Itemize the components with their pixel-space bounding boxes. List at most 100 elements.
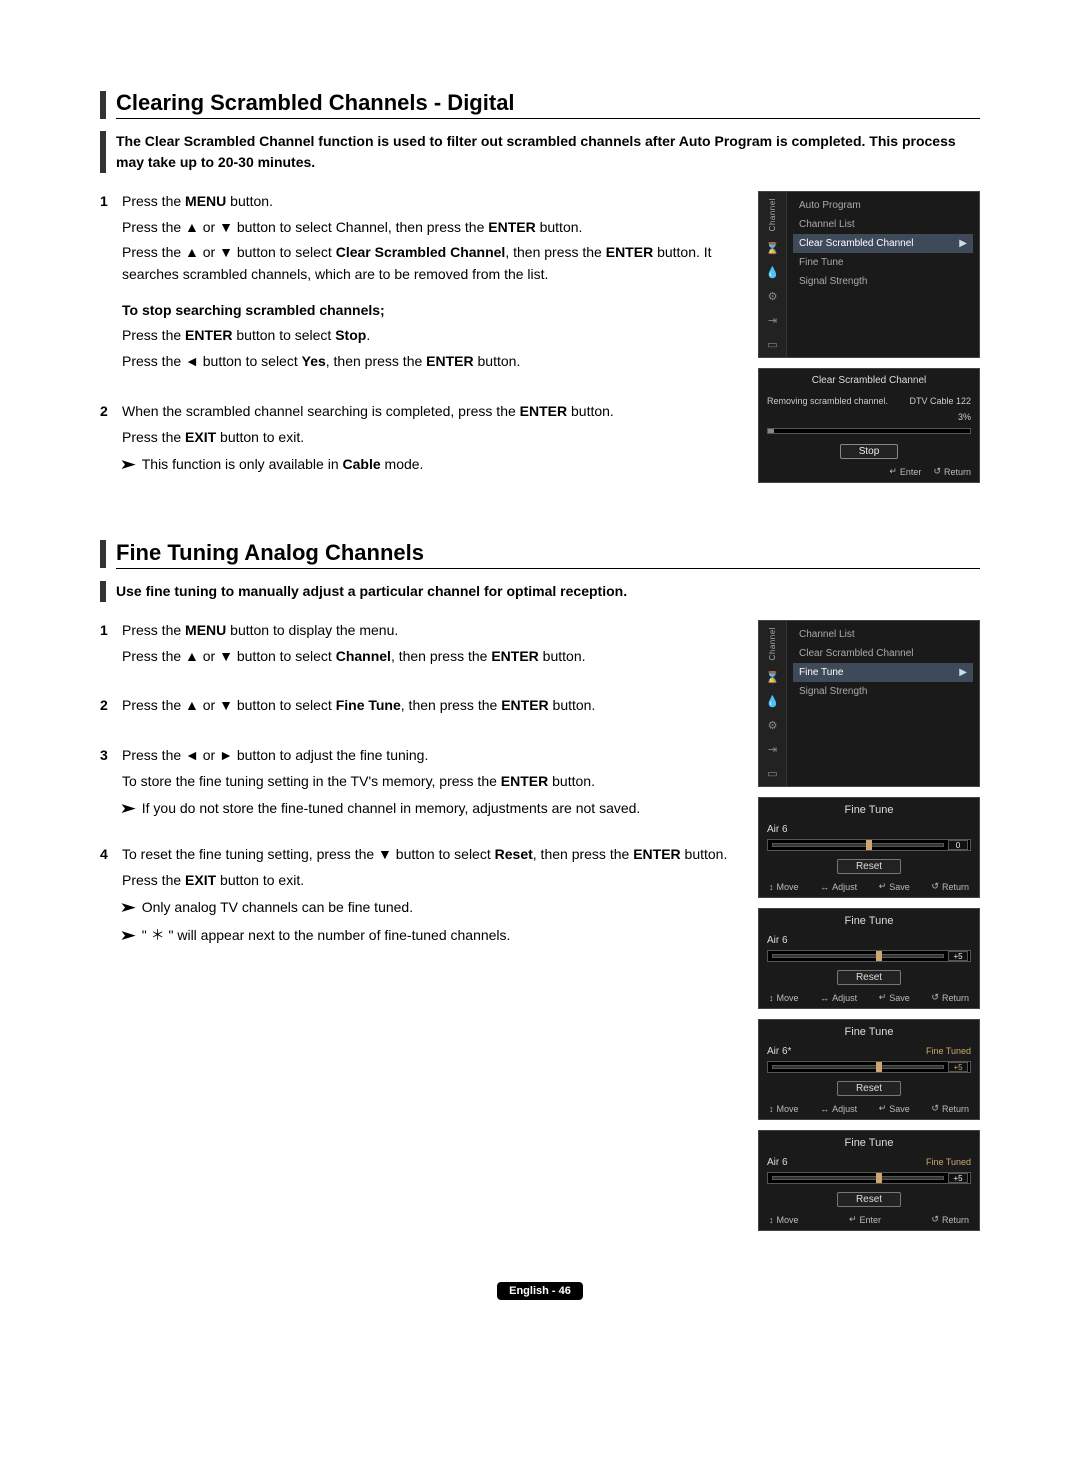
osd-menu-item[interactable]: Channel List <box>793 215 973 234</box>
stop-button[interactable]: Stop <box>840 444 899 459</box>
osd-sidebar: Channel ⌛ 💧 ⚙ ⇥ ▭ <box>759 192 787 357</box>
osd-footer: ↕Move↔Adjust↵Save↺Return <box>759 878 979 897</box>
osd-menu-item-label: Channel List <box>799 219 855 230</box>
step-body: To reset the fine tuning setting, press … <box>122 844 738 947</box>
tune-status: Fine Tuned <box>926 1046 971 1057</box>
reset-button[interactable]: Reset <box>837 859 901 874</box>
input-icon: ⇥ <box>765 742 781 756</box>
foot-item: ↔Adjust <box>820 1103 857 1114</box>
fine-tune-slider[interactable]: +5 <box>767 1061 971 1073</box>
input-icon: ⇥ <box>765 313 781 327</box>
reset-button[interactable]: Reset <box>837 970 901 985</box>
osd-title: Fine Tune <box>759 1020 979 1044</box>
gear-icon: ⚙ <box>765 718 781 732</box>
step-note: ➤This function is only available in Cabl… <box>122 454 738 476</box>
channel-label-row: Air 6 <box>759 933 979 948</box>
foot-icon: ↔ <box>820 1104 829 1114</box>
osd-sidebar: Channel ⌛ 💧 ⚙ ⇥ ▭ <box>759 621 787 786</box>
osd-fine-tune-panel: Fine Tune Air 6* Fine Tuned +5 Reset ↕Move ↔Ad… <box>758 1019 980 1120</box>
channel-label-row: Air 6 <box>759 822 979 837</box>
intro-accent-bar <box>100 131 106 173</box>
enter-icon: ↵ <box>889 466 897 477</box>
foot-item: ↺Return <box>931 1103 969 1114</box>
step-line: Press the ▲ or ▼ button to select Channe… <box>122 646 738 668</box>
osd-fine-tune-panel: Fine TuneAir 6+5Reset↕Move↔Adjust↵Save↺R… <box>758 908 980 1009</box>
step-line: Press the MENU button. <box>122 191 738 213</box>
section-intro: The Clear Scrambled Channel function is … <box>116 131 980 173</box>
hourglass-icon: ⌛ <box>765 241 781 255</box>
fine-tune-slider[interactable]: +5 <box>767 1172 971 1184</box>
step-line: When the scrambled channel searching is … <box>122 401 738 423</box>
osd-menu-item[interactable]: Fine Tune <box>793 253 973 272</box>
foot-label: Move <box>777 1104 799 1114</box>
step: 1Press the MENU button to display the me… <box>100 620 738 671</box>
step: 2When the scrambled channel searching is… <box>100 401 738 476</box>
foot-icon: ↵ <box>879 1103 887 1114</box>
foot-label: Move <box>777 993 799 1003</box>
note-text: This function is only available in Cable… <box>142 454 424 476</box>
osd-menu-item[interactable]: Fine Tune▶ <box>793 663 973 682</box>
foot-item: ↵Enter <box>849 1214 881 1225</box>
foot-label: Adjust <box>832 882 857 892</box>
slider-knob[interactable] <box>876 1062 882 1072</box>
osd-progress-percent: 3% <box>958 412 971 422</box>
reset-button[interactable]: Reset <box>837 1081 901 1096</box>
steps-column: 1Press the MENU button.Press the ▲ or ▼ … <box>100 191 738 500</box>
channel-name: Air 6* <box>767 1046 791 1057</box>
osd-menu-item[interactable]: Channel List <box>793 625 973 644</box>
note-arrow-icon: ➤ <box>119 798 137 820</box>
foot-icon: ↕ <box>769 1215 774 1225</box>
foot-item: ↕Move <box>769 881 799 892</box>
foot-label: Return <box>942 993 969 1003</box>
reset-button[interactable]: Reset <box>837 1192 901 1207</box>
section-title: Clearing Scrambled Channels - Digital <box>116 90 980 116</box>
step: 1Press the MENU button.Press the ▲ or ▼ … <box>100 191 738 377</box>
step-line: Press the ▲ or ▼ button to select Channe… <box>122 217 738 239</box>
fine-tune-slider[interactable]: +5 <box>767 950 971 962</box>
osd-menu-item[interactable]: Signal Strength <box>793 682 973 701</box>
app-icon: ▭ <box>765 337 781 351</box>
step-note: ➤Only analog TV channels can be fine tun… <box>122 897 738 919</box>
foot-item: ↵Save <box>879 881 910 892</box>
osd-menu-item[interactable]: Clear Scrambled Channel <box>793 644 973 663</box>
osd-menu-item[interactable]: Auto Program <box>793 196 973 215</box>
osd-title: Fine Tune <box>759 798 979 822</box>
step-line: Press the ◄ or ► button to adjust the fi… <box>122 745 738 767</box>
fine-tune-slider[interactable]: 0 <box>767 839 971 851</box>
app-icon: ▭ <box>765 766 781 780</box>
step-note: ➤" ＊ " will appear next to the number of… <box>122 925 738 947</box>
slider-value: 0 <box>948 840 968 850</box>
step-body: Press the MENU button to display the men… <box>122 620 738 671</box>
foot-item: ↕Move <box>769 992 799 1003</box>
section-title: Fine Tuning Analog Channels <box>116 540 980 566</box>
slider-knob[interactable] <box>876 951 882 961</box>
foot-icon: ↺ <box>931 1103 939 1114</box>
title-accent-bar <box>100 91 106 119</box>
slider-knob[interactable] <box>866 840 872 850</box>
foot-item: ↺Return <box>931 1214 969 1225</box>
step-line: To store the fine tuning setting in the … <box>122 771 738 793</box>
osd-channel-id: DTV Cable 122 <box>909 396 971 406</box>
foot-icon: ↕ <box>769 993 774 1003</box>
section-intro: Use fine tuning to manually adjust a par… <box>116 581 627 602</box>
step-line: Press the ▲ or ▼ button to select Clear … <box>122 242 738 285</box>
hourglass-icon: ⌛ <box>765 670 781 684</box>
osd-title: Clear Scrambled Channel <box>759 369 979 392</box>
step: 3Press the ◄ or ► button to adjust the f… <box>100 745 738 820</box>
osd-sidebar-label: Channel <box>768 198 777 231</box>
foot-icon: ↵ <box>879 881 887 892</box>
channel-label-row: Air 6Fine Tuned <box>759 1155 979 1170</box>
osd-sidebar-label: Channel <box>768 627 777 660</box>
osd-menu-item-label: Fine Tune <box>799 257 843 268</box>
osd-menu-item[interactable]: Signal Strength <box>793 272 973 291</box>
osd-menu-item[interactable]: Clear Scrambled Channel▶ <box>793 234 973 253</box>
section-clearing-scrambled: Clearing Scrambled Channels - Digital Th… <box>100 90 980 500</box>
slider-knob[interactable] <box>876 1173 882 1183</box>
foot-item: ↕Move <box>769 1103 799 1114</box>
foot-icon: ↺ <box>931 1214 939 1225</box>
step: 4To reset the fine tuning setting, press… <box>100 844 738 947</box>
progress-bar <box>767 428 971 434</box>
foot-item: ↺Return <box>931 992 969 1003</box>
foot-label: Save <box>889 993 910 1003</box>
foot-label: Adjust <box>832 1104 857 1114</box>
